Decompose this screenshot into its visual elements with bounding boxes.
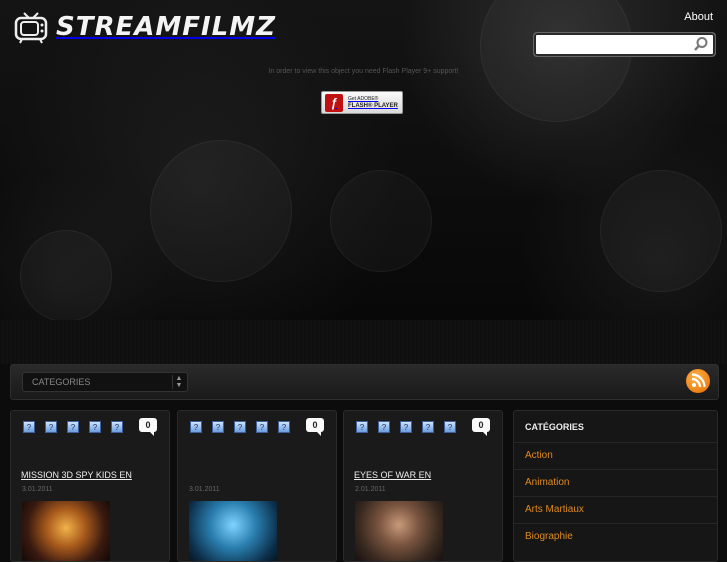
post-date: 3.01.2011 bbox=[189, 486, 220, 493]
movie-thumbnail[interactable] bbox=[22, 501, 110, 561]
movie-thumbnail[interactable] bbox=[355, 501, 443, 561]
flash-badge-top: Get ADOBE® bbox=[348, 95, 379, 102]
comment-count-badge[interactable]: 0 bbox=[472, 418, 490, 436]
categories-select-value: CATEGORIES bbox=[32, 377, 91, 387]
broken-image-icon: ? bbox=[422, 421, 434, 433]
broken-image-icon: ? bbox=[190, 421, 202, 433]
site-logo[interactable]: STREAMFILMZ bbox=[14, 12, 276, 44]
broken-image-icon: ? bbox=[23, 421, 35, 433]
sidebar-title: CATÉGORIES bbox=[525, 422, 584, 432]
about-link[interactable]: About bbox=[684, 11, 713, 23]
broken-image-icon: ? bbox=[400, 421, 412, 433]
search-box bbox=[533, 32, 716, 57]
movie-title-link[interactable]: MISSION 3D SPY KIDS EN STREAMING bbox=[21, 470, 141, 481]
flash-icon: ƒ bbox=[325, 93, 343, 112]
bokeh-light bbox=[20, 230, 112, 322]
search-input[interactable] bbox=[540, 33, 694, 56]
categories-sidebar: CATÉGORIES Action Animation Arts Martiau… bbox=[513, 410, 718, 562]
list-item: Action bbox=[514, 442, 717, 469]
broken-image-icon: ? bbox=[356, 421, 368, 433]
bokeh-light bbox=[600, 170, 722, 292]
broken-images: ? ? ? ? ? bbox=[23, 421, 133, 433]
logo-text: STREAMFILMZ bbox=[56, 12, 276, 42]
broken-image-icon: ? bbox=[111, 421, 123, 433]
movie-thumbnail[interactable] bbox=[189, 501, 277, 561]
movie-card[interactable]: ? ? ? ? ? 0 EYES OF WAR EN STREAMING 2.0… bbox=[343, 410, 503, 562]
broken-image-icon: ? bbox=[67, 421, 79, 433]
flash-message: In order to view this object you need Fl… bbox=[268, 68, 459, 75]
get-flash-player-button[interactable]: ƒ Get ADOBE® FLASH® PLAYER bbox=[321, 91, 403, 114]
flash-badge-bottom: FLASH® PLAYER bbox=[348, 102, 398, 109]
flash-badge-text: Get ADOBE® FLASH® PLAYER bbox=[348, 96, 398, 110]
broken-image-icon: ? bbox=[234, 421, 246, 433]
categories-select[interactable]: CATEGORIES ▲ ▼ bbox=[22, 372, 188, 392]
select-arrows-icon: ▲ ▼ bbox=[172, 375, 185, 389]
comment-count-badge[interactable]: 0 bbox=[306, 418, 324, 436]
movie-title-link[interactable] bbox=[188, 470, 308, 481]
category-list: Action Animation Arts Martiaux Biographi… bbox=[514, 442, 717, 550]
separator-strip bbox=[0, 320, 727, 364]
category-link-biographie[interactable]: Biographie bbox=[514, 524, 717, 550]
broken-image-icon: ? bbox=[212, 421, 224, 433]
categories-bar: CATEGORIES ▲ ▼ bbox=[10, 364, 719, 400]
tv-icon bbox=[14, 12, 48, 44]
category-link-arts-martiaux[interactable]: Arts Martiaux bbox=[514, 497, 717, 523]
bokeh-light bbox=[150, 140, 292, 282]
movie-card[interactable]: ? ? ? ? ? 0 3.01.2011 bbox=[177, 410, 337, 562]
category-link-action[interactable]: Action bbox=[514, 443, 717, 469]
list-item: Arts Martiaux bbox=[514, 496, 717, 523]
movie-title-link[interactable]: EYES OF WAR EN STREAMING bbox=[354, 470, 474, 481]
bokeh-light bbox=[330, 170, 432, 272]
category-link-animation[interactable]: Animation bbox=[514, 470, 717, 496]
broken-images: ? ? ? ? ? bbox=[190, 421, 300, 433]
broken-image-icon: ? bbox=[278, 421, 290, 433]
broken-image-icon: ? bbox=[89, 421, 101, 433]
post-date: 3.01.2011 bbox=[22, 486, 53, 493]
bokeh-light bbox=[480, 0, 632, 122]
broken-image-icon: ? bbox=[378, 421, 390, 433]
list-item: Animation bbox=[514, 469, 717, 496]
broken-image-icon: ? bbox=[45, 421, 57, 433]
broken-images: ? ? ? ? ? bbox=[356, 421, 466, 433]
broken-image-icon: ? bbox=[256, 421, 268, 433]
post-date: 2.01.2011 bbox=[355, 486, 386, 493]
comment-count-badge[interactable]: 0 bbox=[139, 418, 157, 436]
movie-card[interactable]: ? ? ? ? ? 0 MISSION 3D SPY KIDS EN STREA… bbox=[10, 410, 170, 562]
rss-icon[interactable] bbox=[686, 369, 710, 393]
search-icon[interactable] bbox=[693, 36, 709, 52]
list-item: Biographie bbox=[514, 523, 717, 550]
broken-image-icon: ? bbox=[444, 421, 456, 433]
